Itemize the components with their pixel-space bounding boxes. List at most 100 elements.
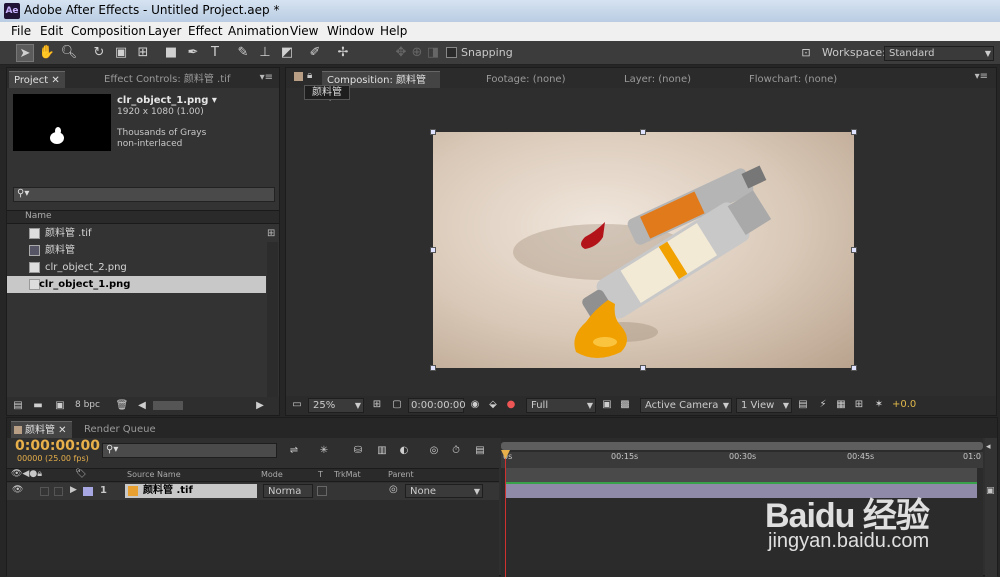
flowchart-icon[interactable]: ⊞: [267, 228, 275, 239]
comp-navigator-bar[interactable]: [505, 468, 977, 482]
motion-blur-icon[interactable]: ◐: [397, 445, 411, 457]
selection-tool-icon[interactable]: ➤: [16, 44, 34, 62]
clone-stamp-tool-icon[interactable]: ⊥: [256, 44, 274, 62]
current-time-indicator[interactable]: [505, 452, 506, 577]
interpret-footage-icon[interactable]: ▤: [11, 400, 25, 412]
menu-layer[interactable]: Layer: [148, 24, 181, 38]
pan-behind-tool-icon[interactable]: ⊞: [134, 44, 152, 62]
reset-exposure-icon[interactable]: ✶: [872, 399, 886, 411]
snapping-checkbox[interactable]: [446, 47, 457, 58]
lock-icon[interactable]: 🔒︎: [307, 70, 312, 81]
menu-composition[interactable]: Composition: [71, 24, 146, 38]
current-time-field[interactable]: 0:00:00:00: [408, 398, 466, 413]
draft-3d-icon[interactable]: ⛁: [351, 445, 365, 457]
tab-effect-controls[interactable]: Effect Controls: 颜料管 .tif: [99, 71, 235, 88]
visibility-eye-icon[interactable]: 👁: [12, 485, 23, 495]
frame-blending-icon[interactable]: ▥: [375, 445, 389, 457]
transform-handle[interactable]: [430, 247, 436, 253]
camera-tool-icon[interactable]: ▣: [112, 44, 130, 62]
menu-view[interactable]: View: [290, 24, 318, 38]
transform-handle[interactable]: [851, 129, 857, 135]
solo-toggle[interactable]: [40, 487, 49, 496]
tab-project[interactable]: Project ✕: [9, 71, 65, 88]
camera-select[interactable]: Active Camera ▼: [640, 398, 732, 413]
composition-canvas[interactable]: [433, 132, 854, 368]
column-source-name[interactable]: Source Name: [127, 470, 181, 479]
project-item-selected[interactable]: clr_object_1.png: [7, 276, 266, 293]
rotate-tool-icon[interactable]: ↻: [90, 44, 108, 62]
bpc-label[interactable]: 8 bpc: [75, 400, 100, 410]
fast-previews-icon[interactable]: ⚡: [816, 399, 830, 411]
tab-timeline-comp[interactable]: 颜料管 ✕: [11, 421, 72, 438]
live-update-icon[interactable]: ✳: [317, 445, 331, 457]
mask-visibility-icon[interactable]: ▢: [390, 399, 404, 411]
new-composition-icon[interactable]: ▣: [53, 400, 67, 412]
show-snapshot-icon[interactable]: ⬙: [486, 399, 500, 411]
menu-animation[interactable]: Animation: [228, 24, 289, 38]
menu-effect[interactable]: Effect: [188, 24, 223, 38]
panel-menu-icon[interactable]: ▾≡: [260, 72, 273, 83]
transform-handle[interactable]: [851, 365, 857, 371]
column-mode[interactable]: Mode: [261, 470, 283, 479]
zoom-select[interactable]: 25% ▼: [308, 398, 364, 413]
views-select[interactable]: 1 View ▼: [736, 398, 792, 413]
timeline-icon[interactable]: ▦: [834, 399, 848, 411]
column-parent[interactable]: Parent: [388, 470, 414, 479]
scroll-left-icon[interactable]: ◀: [135, 400, 149, 412]
tab-layer[interactable]: Layer: (none): [619, 71, 696, 88]
time-ruler[interactable]: 0s 00:15s 00:30s 00:45s 01:0: [501, 452, 983, 468]
hand-tool-icon[interactable]: ✋: [38, 44, 56, 62]
graph-editor-icon[interactable]: ◎: [427, 445, 441, 457]
always-preview-icon[interactable]: ▭: [290, 399, 304, 411]
horizontal-scroll-thumb[interactable]: [153, 401, 183, 410]
project-item[interactable]: 颜料管: [13, 242, 273, 259]
resolution-select[interactable]: Full ▼: [526, 398, 596, 413]
project-search-input[interactable]: ⚲▾: [13, 187, 275, 202]
column-name[interactable]: Name: [25, 211, 52, 221]
grid-guides-icon[interactable]: ⊞: [370, 399, 384, 411]
column-t[interactable]: T: [318, 470, 323, 479]
puppet-tool-icon[interactable]: ✢: [334, 44, 352, 62]
zoom-tool-icon[interactable]: 🔍︎: [60, 44, 78, 62]
project-scrollbar[interactable]: [267, 242, 278, 397]
tab-footage[interactable]: Footage: (none): [481, 71, 570, 88]
menu-help[interactable]: Help: [380, 24, 407, 38]
layer-row[interactable]: 👁 ▶ 1 颜料管 .tif Norma ◎ None ▼: [7, 483, 499, 500]
transparency-grid-icon[interactable]: ▩: [618, 399, 632, 411]
region-of-interest-icon[interactable]: ▣: [600, 399, 614, 411]
snapshot-icon[interactable]: ◉: [468, 399, 482, 411]
brainstorm-icon[interactable]: ⏱: [449, 445, 463, 457]
tab-flowchart[interactable]: Flowchart: (none): [744, 71, 842, 88]
column-trkmat[interactable]: TrkMat: [334, 470, 361, 479]
comp-mini-flowchart-icon[interactable]: ⇌: [287, 445, 301, 457]
transform-handle[interactable]: [430, 129, 436, 135]
hide-shy-layers-icon[interactable]: ▤: [473, 445, 487, 457]
rectangle-tool-icon[interactable]: ■: [162, 44, 180, 62]
comp-flowchart-icon[interactable]: ⊞: [852, 399, 866, 411]
comp-marker-icon[interactable]: ◂: [986, 442, 991, 452]
timeline-timecode[interactable]: 0:00:00:00: [15, 438, 100, 454]
menu-edit[interactable]: Edit: [40, 24, 63, 38]
preserve-transparency-toggle[interactable]: [317, 486, 327, 496]
project-item[interactable]: 颜料管 .tif: [13, 225, 273, 242]
exposure-value[interactable]: +0.0: [892, 399, 916, 410]
comp-breadcrumb[interactable]: 颜料管: [304, 85, 350, 100]
menu-window[interactable]: Window: [327, 24, 374, 38]
toggle-pixel-aspect-icon[interactable]: ▤: [796, 399, 810, 411]
channels-icon[interactable]: ●: [504, 399, 518, 411]
transform-handle[interactable]: [430, 365, 436, 371]
lock-toggle[interactable]: [54, 487, 63, 496]
pen-tool-icon[interactable]: ✒: [184, 44, 202, 62]
text-tool-icon[interactable]: T: [206, 44, 224, 62]
timeline-search-input[interactable]: ⚲▾: [102, 443, 277, 458]
transform-handle[interactable]: [640, 365, 646, 371]
new-folder-icon[interactable]: ▬: [31, 400, 45, 412]
panel-menu-icon[interactable]: ▾≡: [975, 71, 988, 82]
menu-file[interactable]: File: [11, 24, 31, 38]
scroll-right-icon[interactable]: ▶: [253, 400, 267, 412]
work-area-bar[interactable]: [501, 442, 983, 450]
expand-triangle-icon[interactable]: ▶: [70, 485, 77, 495]
transform-handle[interactable]: [851, 247, 857, 253]
workspace-select[interactable]: Standard ▼: [884, 46, 994, 61]
trash-icon[interactable]: 🗑︎: [115, 400, 129, 412]
